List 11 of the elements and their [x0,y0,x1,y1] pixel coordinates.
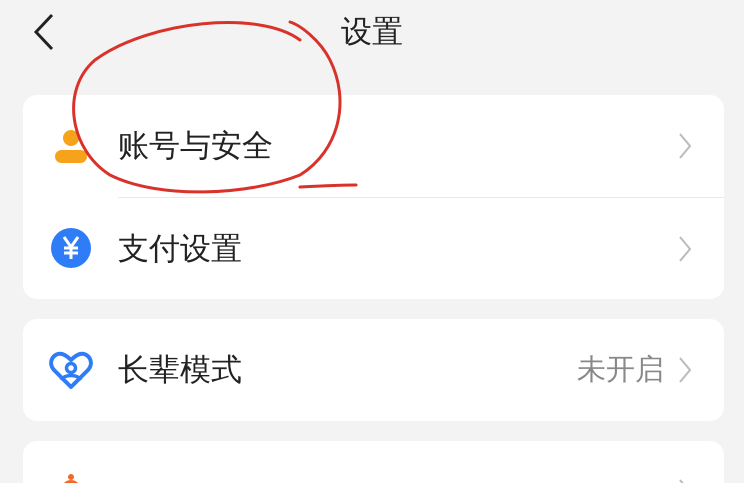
page-title: 设置 [341,13,403,52]
row-label: 账号与安全 [118,128,273,164]
back-icon[interactable] [32,12,56,52]
chevron-icon [678,234,692,262]
row-label: 支付设置 [118,230,242,266]
row-label: 长辈模式 [118,352,242,388]
heart-icon [48,350,92,390]
row-value: 未开启 [577,351,664,388]
yen-icon [50,228,90,268]
chevron-icon [678,132,692,160]
chevron-icon [678,356,692,384]
